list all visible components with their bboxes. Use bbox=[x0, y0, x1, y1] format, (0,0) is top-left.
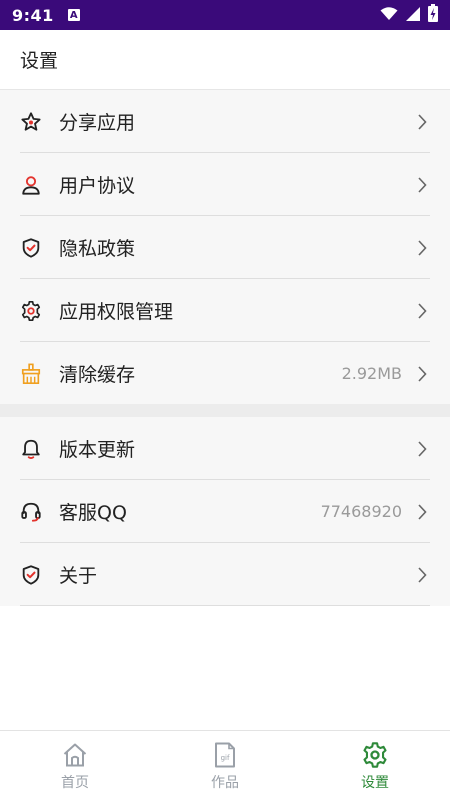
signal-icon bbox=[406, 6, 420, 25]
svg-text:gif: gif bbox=[221, 754, 230, 762]
chevron-right-icon bbox=[416, 176, 428, 194]
page-title: 设置 bbox=[20, 50, 59, 72]
star-icon bbox=[20, 111, 42, 133]
cache-size-value: 2.92MB bbox=[341, 364, 402, 383]
tab-works[interactable]: gif 作品 bbox=[150, 731, 300, 801]
group-divider bbox=[0, 404, 450, 417]
headset-icon bbox=[20, 501, 42, 523]
clear-cache-row[interactable]: 清除缓存 2.92MB bbox=[0, 342, 450, 405]
chevron-right-icon bbox=[416, 365, 428, 383]
tab-settings-label: 设置 bbox=[361, 775, 389, 791]
notification-icon: A bbox=[67, 9, 80, 21]
settings-group-1: 分享应用 用户协议 隐私政策 应用权限管理 清除缓存 2.92MB bbox=[0, 90, 450, 404]
customer-service-qq-label: 客服QQ bbox=[59, 502, 127, 524]
user-icon bbox=[20, 174, 42, 196]
status-bar: 9:41 A bbox=[0, 0, 450, 30]
permission-management-row[interactable]: 应用权限管理 bbox=[0, 279, 450, 342]
bottom-tab-bar: 首页 gif 作品 设置 bbox=[0, 730, 450, 801]
chevron-right-icon bbox=[416, 566, 428, 584]
user-agreement-label: 用户协议 bbox=[59, 175, 136, 197]
home-icon bbox=[61, 741, 89, 769]
privacy-policy-row[interactable]: 隐私政策 bbox=[0, 216, 450, 279]
chevron-right-icon bbox=[416, 302, 428, 320]
wifi-icon bbox=[380, 6, 398, 25]
chevron-right-icon bbox=[416, 113, 428, 131]
tab-home-label: 首页 bbox=[61, 775, 89, 791]
version-update-row[interactable]: 版本更新 bbox=[0, 417, 450, 480]
tab-works-label: 作品 bbox=[211, 775, 239, 791]
shield-icon bbox=[20, 564, 42, 586]
chevron-right-icon bbox=[416, 503, 428, 521]
permission-management-label: 应用权限管理 bbox=[59, 301, 174, 323]
user-agreement-row[interactable]: 用户协议 bbox=[0, 153, 450, 216]
settings-group-2: 版本更新 客服QQ 77468920 关于 bbox=[0, 417, 450, 606]
tab-settings[interactable]: 设置 bbox=[300, 731, 450, 801]
about-row[interactable]: 关于 bbox=[0, 543, 450, 606]
qq-number-value: 77468920 bbox=[320, 502, 402, 521]
shield-icon bbox=[20, 237, 42, 259]
clear-cache-label: 清除缓存 bbox=[59, 364, 136, 386]
chevron-right-icon bbox=[416, 440, 428, 458]
chevron-right-icon bbox=[416, 239, 428, 257]
privacy-policy-label: 隐私政策 bbox=[59, 238, 136, 260]
status-time: 9:41 bbox=[12, 5, 54, 25]
customer-service-qq-row[interactable]: 客服QQ 77468920 bbox=[0, 480, 450, 543]
gear-icon bbox=[20, 300, 42, 322]
gear-icon bbox=[361, 741, 389, 769]
share-app-row[interactable]: 分享应用 bbox=[0, 90, 450, 153]
share-app-label: 分享应用 bbox=[59, 112, 136, 134]
tab-home[interactable]: 首页 bbox=[0, 731, 150, 801]
gif-file-icon: gif bbox=[211, 741, 239, 769]
page-header: 设置 bbox=[0, 30, 450, 90]
battery-icon bbox=[428, 4, 438, 26]
about-label: 关于 bbox=[59, 565, 98, 587]
bell-icon bbox=[20, 438, 42, 460]
broom-icon bbox=[20, 363, 42, 385]
version-update-label: 版本更新 bbox=[59, 439, 136, 461]
